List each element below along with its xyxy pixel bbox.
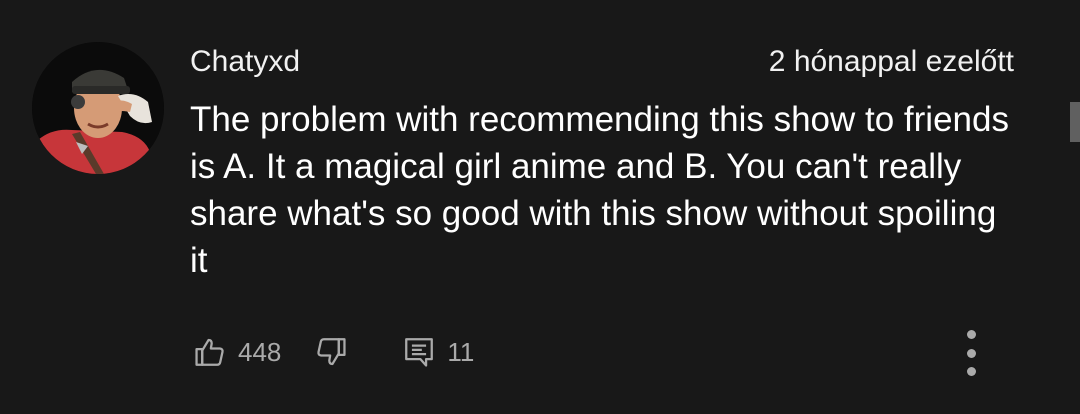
thumbs-down-icon[interactable] bbox=[311, 332, 351, 372]
scrollbar-thumb[interactable] bbox=[1070, 102, 1080, 142]
avatar-image bbox=[32, 42, 164, 174]
comment-actions: 448 11 bbox=[190, 330, 474, 374]
reply-count[interactable]: 11 bbox=[447, 337, 474, 368]
more-dot bbox=[966, 348, 976, 358]
thumbs-up-icon[interactable] bbox=[190, 332, 230, 372]
more-dot bbox=[966, 367, 976, 376]
like-count: 448 bbox=[238, 336, 282, 367]
more-dot bbox=[966, 330, 976, 339]
comment-icon[interactable] bbox=[399, 332, 439, 372]
comment-timestamp: 2 hónappal ezelőtt bbox=[768, 45, 1014, 78]
more-vertical-icon[interactable] bbox=[956, 330, 986, 376]
comment-text: The problem with recommending this show … bbox=[190, 100, 1009, 280]
comment-author[interactable]: Chatyxd bbox=[190, 42, 300, 82]
avatar[interactable] bbox=[32, 42, 164, 174]
